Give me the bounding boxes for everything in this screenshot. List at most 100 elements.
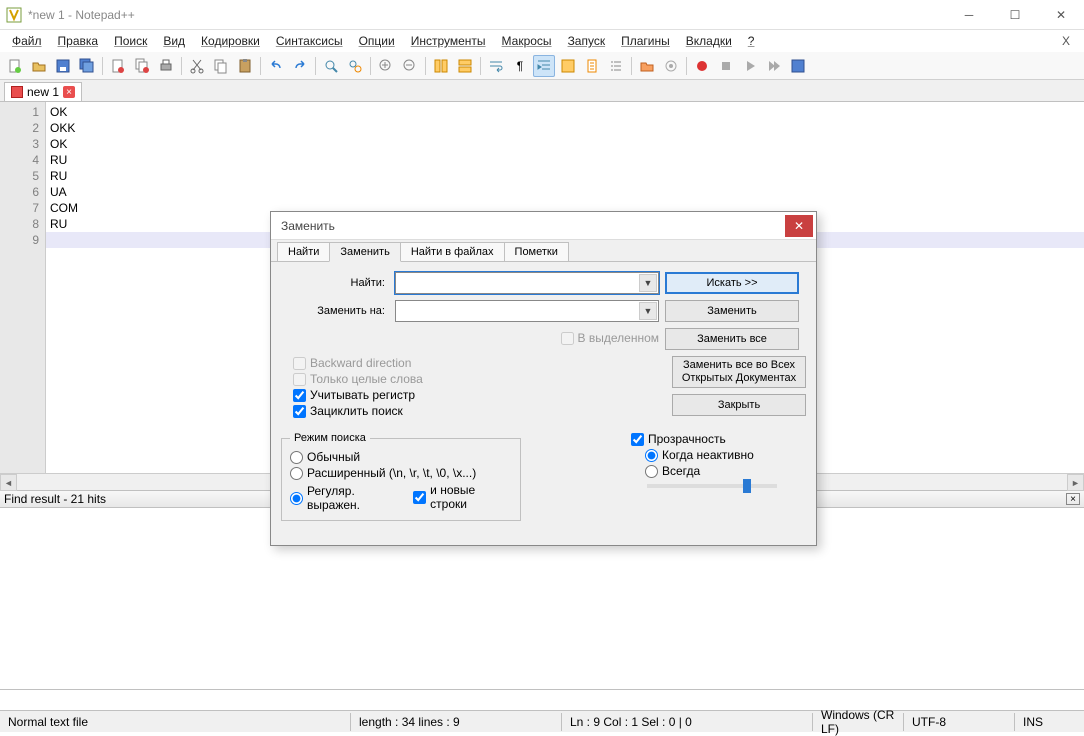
minimize-button[interactable]: ─ — [946, 0, 992, 30]
tb-undo-icon[interactable] — [265, 55, 287, 77]
menu-run[interactable]: Запуск — [560, 32, 614, 50]
tb-print-icon[interactable] — [155, 55, 177, 77]
tb-redo-icon[interactable] — [289, 55, 311, 77]
transparency-slider[interactable] — [647, 484, 777, 488]
tb-find-icon[interactable] — [320, 55, 342, 77]
menu-syntax[interactable]: Синтаксисы — [268, 32, 351, 50]
menu-view[interactable]: Вид — [155, 32, 193, 50]
tb-savemacro-icon[interactable] — [787, 55, 809, 77]
tb-save-icon[interactable] — [52, 55, 74, 77]
line-number: 9 — [0, 232, 39, 248]
tab-find[interactable]: Найти — [277, 242, 330, 262]
close-tab-icon[interactable]: × — [63, 86, 75, 98]
tb-closeall-icon[interactable] — [131, 55, 153, 77]
dialog-tabs: Найти Заменить Найти в файлах Пометки — [271, 242, 816, 262]
match-case-checkbox[interactable]: Учитывать регистр — [293, 388, 664, 402]
document-tab[interactable]: new 1 × — [4, 82, 82, 101]
tb-playmulti-icon[interactable] — [763, 55, 785, 77]
maximize-button[interactable]: ☐ — [992, 0, 1038, 30]
tb-funclist-icon[interactable] — [605, 55, 627, 77]
tb-monitor-icon[interactable] — [660, 55, 682, 77]
menubar-close[interactable]: X — [1052, 32, 1080, 50]
line-number: 8 — [0, 216, 39, 232]
scroll-left-icon[interactable]: ◄ — [0, 474, 17, 491]
menu-bar: Файл Правка Поиск Вид Кодировки Синтакси… — [0, 30, 1084, 52]
line-number: 3 — [0, 136, 39, 152]
scroll-right-icon[interactable]: ► — [1067, 474, 1084, 491]
status-encoding: UTF-8 — [904, 715, 1014, 729]
tb-userlang-icon[interactable] — [557, 55, 579, 77]
dot-newline-checkbox[interactable]: и новые строки — [413, 483, 512, 511]
tb-cut-icon[interactable] — [186, 55, 208, 77]
close-button[interactable]: ✕ — [1038, 0, 1084, 30]
dialog-title-bar[interactable]: Заменить ✕ — [271, 212, 816, 240]
dialog-close-button[interactable]: ✕ — [785, 215, 813, 237]
tb-indent-icon[interactable] — [533, 55, 555, 77]
tb-play-icon[interactable] — [739, 55, 761, 77]
dialog-title: Заменить — [281, 219, 785, 233]
line-number: 4 — [0, 152, 39, 168]
line-number: 7 — [0, 200, 39, 216]
tb-saveall-icon[interactable] — [76, 55, 98, 77]
menu-file[interactable]: Файл — [4, 32, 50, 50]
wrap-checkbox[interactable]: Зациклить поиск — [293, 404, 664, 418]
dropdown-icon[interactable]: ▼ — [639, 302, 657, 320]
menu-plugins[interactable]: Плагины — [613, 32, 678, 50]
mode-regex-radio[interactable]: Регуляр. выражен. — [290, 484, 407, 512]
tb-open-icon[interactable] — [28, 55, 50, 77]
transparency-checkbox[interactable]: Прозрачность — [631, 432, 791, 446]
tab-marks[interactable]: Пометки — [504, 242, 569, 262]
menu-options[interactable]: Опции — [351, 32, 403, 50]
line-number: 1 — [0, 104, 39, 120]
menu-encoding[interactable]: Кодировки — [193, 32, 268, 50]
document-tab-label: new 1 — [27, 85, 59, 99]
replace-input[interactable]: ▼ — [395, 300, 659, 322]
menu-search[interactable]: Поиск — [106, 32, 155, 50]
menu-macros[interactable]: Макросы — [494, 32, 560, 50]
tb-record-icon[interactable] — [691, 55, 713, 77]
transparency-always-radio[interactable]: Всегда — [645, 464, 791, 478]
search-mode-legend: Режим поиска — [290, 432, 370, 444]
replace-all-open-button[interactable]: Заменить все во Всех Открытых Документах — [672, 356, 806, 388]
tb-sync-h-icon[interactable] — [454, 55, 476, 77]
menu-help[interactable]: ? — [740, 32, 763, 50]
line-number: 5 — [0, 168, 39, 184]
status-ins: INS — [1015, 715, 1051, 729]
slider-thumb[interactable] — [743, 479, 751, 493]
mode-normal-radio[interactable]: Обычный — [290, 450, 512, 464]
close-dialog-button[interactable]: Закрыть — [672, 394, 806, 416]
replace-all-button[interactable]: Заменить все — [665, 328, 799, 350]
tb-copy-icon[interactable] — [210, 55, 232, 77]
mode-extended-radio[interactable]: Расширенный (\n, \r, \t, \0, \x...) — [290, 466, 512, 480]
tab-find-in-files[interactable]: Найти в файлах — [400, 242, 505, 262]
tb-new-icon[interactable] — [4, 55, 26, 77]
panel-close-icon[interactable]: × — [1066, 493, 1080, 505]
tb-close-icon[interactable] — [107, 55, 129, 77]
code-line: UA — [50, 184, 1084, 200]
status-filetype: Normal text file — [0, 715, 350, 729]
dropdown-icon[interactable]: ▼ — [639, 274, 657, 292]
tb-replace-icon[interactable] — [344, 55, 366, 77]
status-position: Ln : 9 Col : 1 Sel : 0 | 0 — [562, 715, 812, 729]
replace-button[interactable]: Заменить — [665, 300, 799, 322]
tb-allchars-icon[interactable]: ¶ — [509, 55, 531, 77]
tb-docmap-icon[interactable] — [581, 55, 603, 77]
code-line: OK — [50, 104, 1084, 120]
tab-replace[interactable]: Заменить — [329, 242, 400, 262]
menu-tools[interactable]: Инструменты — [403, 32, 494, 50]
menu-edit[interactable]: Правка — [50, 32, 107, 50]
tb-zoomout-icon[interactable] — [399, 55, 421, 77]
find-input[interactable]: ▼ — [395, 272, 659, 294]
transparency-group: Прозрачность Когда неактивно Всегда — [631, 432, 791, 521]
tb-wordwrap-icon[interactable] — [485, 55, 507, 77]
transparency-on-lose-focus-radio[interactable]: Когда неактивно — [645, 448, 791, 462]
tb-zoomin-icon[interactable] — [375, 55, 397, 77]
search-button[interactable]: Искать >> — [665, 272, 799, 294]
tb-stop-icon[interactable] — [715, 55, 737, 77]
replace-dialog: Заменить ✕ Найти Заменить Найти в файлах… — [270, 211, 817, 546]
line-number: 2 — [0, 120, 39, 136]
tb-sync-v-icon[interactable] — [430, 55, 452, 77]
menu-tabs[interactable]: Вкладки — [678, 32, 740, 50]
tb-folder-icon[interactable] — [636, 55, 658, 77]
tb-paste-icon[interactable] — [234, 55, 256, 77]
